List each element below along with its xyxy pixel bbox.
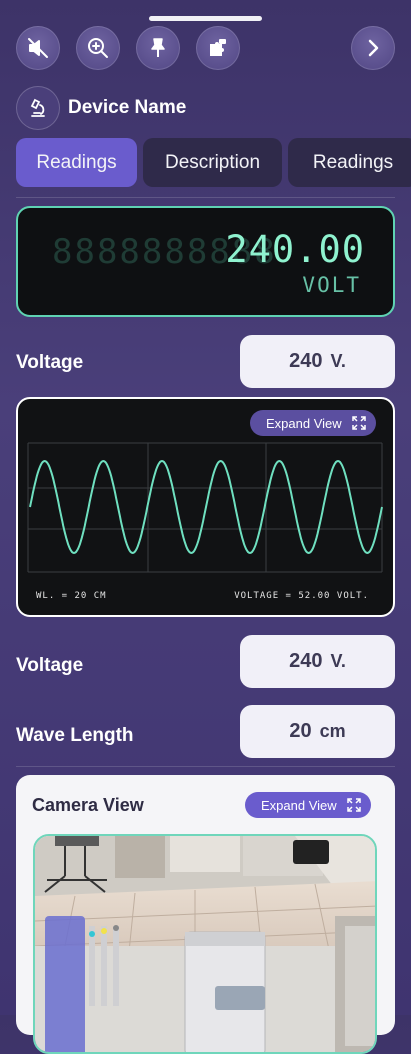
voltage-value-box-2: 240 V. (240, 635, 395, 688)
device-avatar (16, 86, 60, 130)
zoom-in-button[interactable] (76, 26, 120, 70)
device-header: Device Name (16, 86, 186, 130)
pin-button[interactable] (136, 26, 180, 70)
voltage-readout: VOLTAGE = 52.00 VOLT. (234, 591, 369, 601)
tab-description[interactable]: Description (143, 138, 282, 187)
mute-button[interactable] (16, 26, 60, 70)
camera-card: Camera View Expand View (16, 775, 395, 1054)
voltage-unit-2: V. (330, 651, 346, 671)
camera-title: Camera View (32, 795, 144, 815)
voltage-label-2: Voltage (16, 655, 84, 676)
pin-icon (151, 38, 165, 57)
voltage-label: Voltage (16, 352, 84, 373)
wavelength-value: 20 (289, 720, 312, 742)
wavelength-unit: cm (319, 721, 346, 741)
expand-view-label: Expand View (266, 415, 342, 431)
lab-scene-image (35, 836, 375, 1052)
voltage-value: 240 (289, 350, 323, 372)
tab-bar: Readings Description Readings (16, 138, 411, 187)
next-button[interactable] (351, 26, 395, 70)
mute-icon (28, 38, 48, 58)
expand-view-button[interactable]: Expand View (250, 410, 376, 436)
puzzle-button[interactable] (196, 26, 240, 70)
wavelength-value-box: 20 cm (240, 705, 395, 758)
voltage-value-box: 240 V. (240, 335, 395, 388)
camera-expand-label: Expand View (261, 797, 337, 813)
wavelength-readout: WL. = 20 CM (36, 591, 107, 601)
expand-icon (351, 416, 366, 430)
zoom-in-icon (88, 38, 108, 58)
voltage-unit: V. (330, 351, 346, 371)
camera-feed[interactable] (33, 834, 377, 1054)
sine-wave (29, 459, 383, 555)
microscope-icon (30, 98, 45, 117)
chevron-right-icon (368, 39, 379, 57)
lcd-reading: 240.00 (225, 228, 365, 271)
device-name: Device Name (68, 97, 187, 118)
voltage-value-2: 240 (289, 650, 323, 672)
camera-expand-button[interactable]: Expand View (245, 792, 371, 818)
tab-readings[interactable]: Readings (16, 138, 137, 187)
wavelength-label: Wave Length (16, 725, 134, 746)
oscilloscope-panel: Expand View WL. = 20 CM VOLTAGE = 52.00 … (16, 397, 395, 617)
digital-display: 8888888888 240.00 VOLT (16, 206, 395, 317)
divider (16, 197, 395, 198)
lcd-unit: VOLT (302, 273, 361, 297)
puzzle-icon (210, 39, 226, 56)
drag-handle[interactable] (149, 16, 262, 21)
divider-2 (16, 766, 395, 767)
tab-readings-2[interactable]: Readings (288, 138, 411, 187)
expand-icon (346, 798, 361, 812)
